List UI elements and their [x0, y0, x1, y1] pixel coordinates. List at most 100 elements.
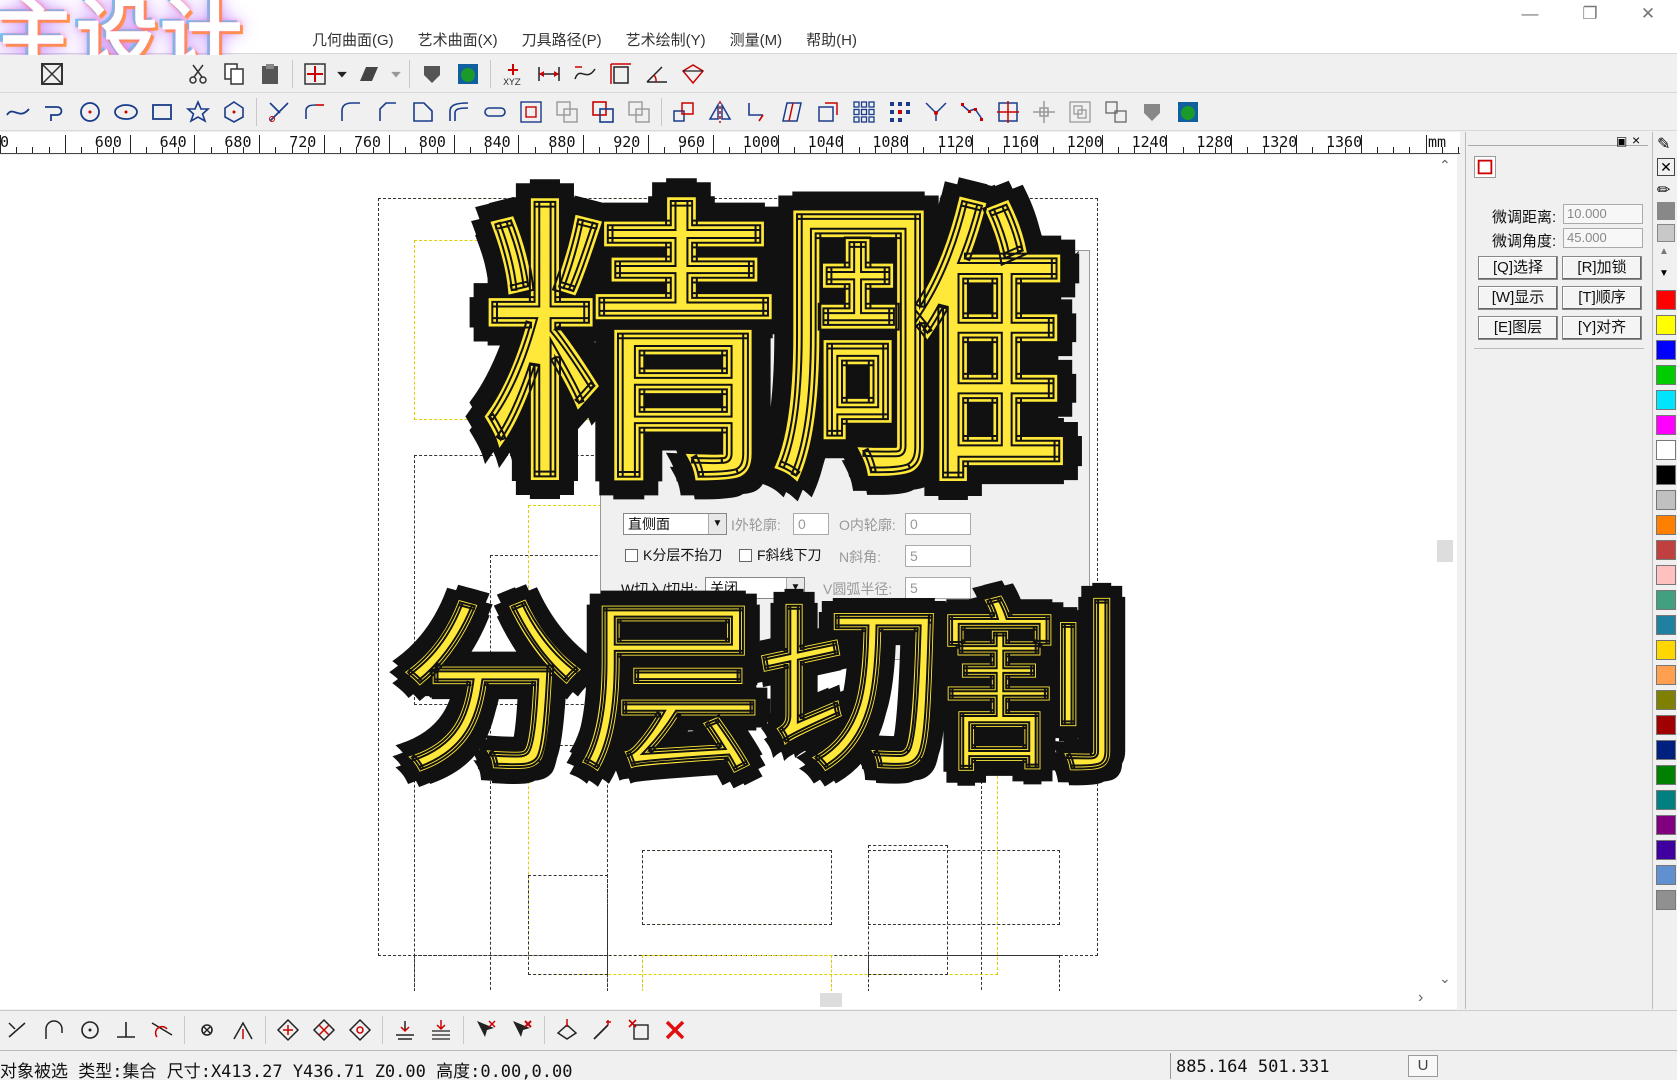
color-swatch[interactable] — [1656, 865, 1676, 885]
panel-float-icon[interactable]: ▣ — [1616, 134, 1627, 148]
panel-close-icon[interactable]: × — [1632, 132, 1640, 148]
snap-grid2-icon[interactable] — [306, 1013, 342, 1047]
ungroup-icon[interactable] — [1098, 95, 1134, 129]
color-swatch[interactable] — [1656, 890, 1676, 910]
union-icon[interactable] — [549, 95, 585, 129]
cut-icon[interactable] — [180, 57, 216, 91]
panel-rect[interactable] — [868, 955, 1060, 991]
color-swatch[interactable] — [1656, 390, 1676, 410]
wand-icon[interactable] — [585, 1013, 621, 1047]
pencil-icon[interactable]: ✎ — [1657, 134, 1670, 154]
color-swatch[interactable] — [1656, 815, 1676, 835]
tool-bit-green-icon[interactable] — [450, 57, 486, 91]
extend-icon[interactable] — [297, 95, 333, 129]
subtract-icon[interactable] — [585, 95, 621, 129]
chamfer-icon[interactable] — [405, 95, 441, 129]
array-dots-icon[interactable] — [882, 95, 918, 129]
color-swatch[interactable] — [1656, 565, 1676, 585]
color-swatch[interactable] — [1656, 490, 1676, 510]
pattern-icon[interactable] — [1657, 202, 1675, 220]
menu-art-surface[interactable]: 艺术曲面(X) — [406, 30, 510, 52]
curve-measure-icon[interactable] — [567, 57, 603, 91]
color-swatch[interactable] — [1656, 365, 1676, 385]
polygon-icon[interactable] — [216, 95, 252, 129]
pick-point-icon[interactable] — [468, 1013, 504, 1047]
no-color-icon[interactable]: ✕ — [1657, 158, 1675, 176]
layer-stack-icon[interactable] — [423, 1013, 459, 1047]
polyline-icon[interactable] — [36, 95, 72, 129]
color-swatch[interactable] — [1656, 415, 1676, 435]
slant-entry-checkbox[interactable] — [739, 549, 752, 562]
fillet-icon[interactable] — [333, 95, 369, 129]
chamfer-arc-icon[interactable] — [369, 95, 405, 129]
fine-angle-input[interactable]: 45.000 — [1563, 228, 1643, 248]
color-swatch[interactable] — [1656, 540, 1676, 560]
layer-no-lift-checkbox[interactable] — [625, 549, 638, 562]
tool-bit-color-icon[interactable] — [1170, 95, 1206, 129]
paste-icon[interactable] — [252, 57, 288, 91]
scroll-up-icon[interactable]: ⌃ — [1439, 157, 1451, 174]
slot-icon[interactable] — [477, 95, 513, 129]
layer-button[interactable]: [E]图层 — [1478, 316, 1558, 340]
select-box-icon[interactable] — [34, 57, 70, 91]
color-swatch[interactable] — [1656, 790, 1676, 810]
color-swatch[interactable] — [1656, 465, 1676, 485]
vertical-dimension-icon[interactable] — [603, 57, 639, 91]
align-move-icon[interactable] — [1026, 95, 1062, 129]
rotate-icon[interactable] — [738, 95, 774, 129]
color-swatch[interactable] — [1656, 765, 1676, 785]
display-button[interactable]: [W]显示 — [1478, 286, 1558, 310]
color-swatch[interactable] — [1656, 665, 1676, 685]
align-button[interactable]: [Y]对齐 — [1562, 316, 1642, 340]
horizontal-scroll-thumb[interactable] — [820, 993, 842, 1007]
array-grid-icon[interactable] — [846, 95, 882, 129]
fill-icon[interactable] — [351, 57, 387, 91]
menu-art-draw[interactable]: 艺术绘制(Y) — [614, 30, 718, 52]
move-icon[interactable] — [297, 57, 333, 91]
color-swatch[interactable] — [1656, 315, 1676, 335]
distribute-icon[interactable] — [918, 95, 954, 129]
delete-icon[interactable] — [657, 1013, 693, 1047]
intersect-icon[interactable] — [621, 95, 657, 129]
snap-endpoint-icon[interactable] — [0, 1013, 36, 1047]
snap-tangent-icon[interactable] — [144, 1013, 180, 1047]
tool-bit-gray-icon[interactable] — [1134, 95, 1170, 129]
scroll-right-icon[interactable]: › — [1418, 989, 1423, 1007]
node-edit-icon[interactable] — [1474, 156, 1496, 178]
copy-icon[interactable] — [216, 57, 252, 91]
color-swatch[interactable] — [1656, 290, 1676, 310]
fine-distance-input[interactable]: 10.000 — [1563, 204, 1643, 224]
spline-icon[interactable] — [0, 95, 36, 129]
snap-arc-icon[interactable] — [36, 1013, 72, 1047]
palette-up-icon[interactable]: ▲ — [1659, 246, 1669, 257]
color-swatch[interactable] — [1656, 340, 1676, 360]
shield-measure-icon[interactable] — [675, 57, 711, 91]
trim-icon[interactable] — [261, 95, 297, 129]
ellipse-icon[interactable] — [108, 95, 144, 129]
vertical-scroll-thumb[interactable] — [1437, 540, 1453, 562]
lock-button[interactable]: [R]加锁 — [1562, 256, 1642, 280]
dropdown-arrow-icon[interactable] — [333, 57, 351, 91]
color-swatch[interactable] — [1656, 640, 1676, 660]
pick-remove-icon[interactable] — [504, 1013, 540, 1047]
scroll-down-icon[interactable]: ⌄ — [1439, 970, 1451, 987]
transform-icon[interactable] — [549, 1013, 585, 1047]
vertical-scrollbar[interactable]: ⌃ ⌄ — [1433, 155, 1457, 991]
menu-help[interactable]: 帮助(H) — [794, 30, 869, 52]
dropdown-arrow-icon[interactable] — [387, 57, 405, 91]
restore-button[interactable]: ❐ — [1570, 2, 1610, 26]
dialog-close-icon[interactable]: × — [1071, 247, 1080, 265]
center-align-icon[interactable] — [990, 95, 1026, 129]
menu-geometry-surface[interactable]: 几何曲面(G) — [300, 30, 406, 52]
slant-angle-field[interactable]: 5 — [905, 545, 971, 567]
snap-grid-icon[interactable] — [270, 1013, 306, 1047]
delete-select-icon[interactable] — [621, 1013, 657, 1047]
snap-perpendicular-icon[interactable] — [108, 1013, 144, 1047]
color-swatch[interactable] — [1656, 515, 1676, 535]
palette-down-icon[interactable]: ▼ — [1659, 268, 1669, 279]
tool-bit-icon[interactable] — [414, 57, 450, 91]
snap-grid3-icon[interactable] — [342, 1013, 378, 1047]
circle-icon[interactable] — [72, 95, 108, 129]
group-icon[interactable] — [1062, 95, 1098, 129]
snap-center-icon[interactable] — [72, 1013, 108, 1047]
